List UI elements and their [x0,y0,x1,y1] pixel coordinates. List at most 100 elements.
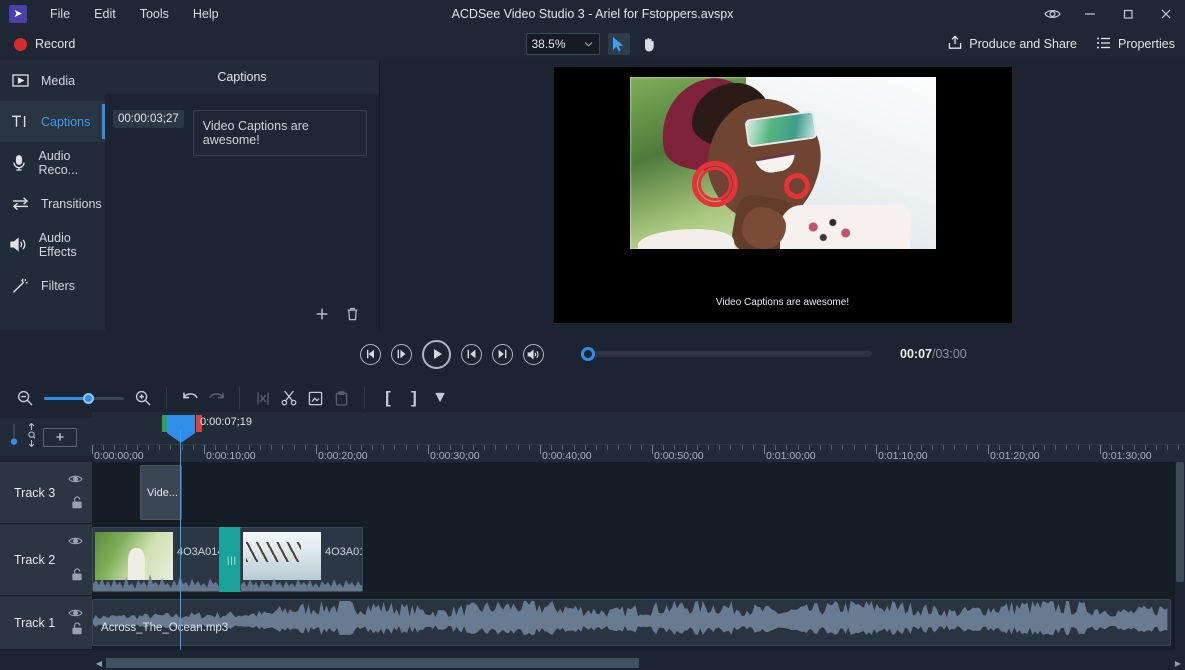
sidebar-item-audio-effects[interactable]: Audio Effects [0,224,105,265]
zoom-level-select[interactable]: 38.5% [525,33,600,55]
play-button[interactable] [422,339,451,369]
marker-button[interactable]: ▼ [427,385,453,411]
track-header-3[interactable]: Track 3 [0,462,92,523]
transitions-icon [9,196,31,211]
add-track-button[interactable]: + [43,427,77,447]
track-header-2[interactable]: Track 2 [0,524,92,595]
horizontal-scrollbar-thumb[interactable] [106,658,639,668]
playhead-handle[interactable] [167,415,195,443]
record-button[interactable]: Record [14,37,75,51]
vertical-scrollbar[interactable] [1175,462,1185,650]
mark-out-button[interactable]: ] [401,385,427,411]
ruler-tick [316,445,317,454]
ruler-tick [1077,445,1079,450]
timeline-ruler-head[interactable]: 0:00:07;19 [92,412,1185,444]
select-tool-button[interactable] [607,33,630,55]
menu-item-edit[interactable]: Edit [83,3,127,25]
zoom-out-icon[interactable] [12,385,38,411]
zoom-level-value: 38.5% [531,37,566,51]
hand-tool-button[interactable] [638,33,660,55]
scrubber-handle[interactable] [581,347,595,361]
unlock-icon[interactable] [71,496,83,514]
sidebar-item-filters[interactable]: Filters [0,265,105,306]
caption-entry-row[interactable]: 00:00:03;27 Video Captions are awesome! [105,94,379,156]
minimize-button[interactable] [1071,0,1109,28]
unlock-icon[interactable] [71,568,83,586]
prev-next-marker-icon[interactable] [25,422,38,452]
produce-and-share-label: Produce and Share [969,37,1078,51]
menu-item-file[interactable]: File [39,3,81,25]
unlock-icon[interactable] [71,622,83,640]
caption-text-field[interactable]: Video Captions are awesome! [192,110,367,156]
next-frame-button[interactable] [391,343,412,365]
vertical-scrollbar-thumb[interactable] [1176,462,1184,582]
redo-icon[interactable] [203,385,229,411]
scissors-icon[interactable] [276,385,302,411]
menu-item-tools[interactable]: Tools [129,3,180,25]
preview-monitor[interactable]: Video Captions are awesome! [553,67,1012,323]
menu-item-help[interactable]: Help [182,3,230,25]
caption-timecode[interactable]: 00:00:03;27 [113,110,184,128]
track-body-1[interactable]: Across_The_Ocean.mp3 [92,596,1185,649]
undo-icon[interactable] [177,385,203,411]
scroll-left-icon[interactable]: ◀ [92,659,106,668]
maximize-button[interactable] [1109,0,1147,28]
eye-icon[interactable] [1033,0,1071,28]
sidebar-item-audio-recording[interactable]: Audio Reco... [0,142,105,183]
skip-to-start-button[interactable] [461,343,482,365]
timeline-ruler[interactable]: 0:00:00;00 0:00:10;00 0:00:20;00 0:00:30;00… [92,444,1185,462]
previous-frame-button[interactable] [360,343,381,365]
sidebar-item-captions[interactable]: Captions [0,101,105,142]
delete-caption-button[interactable] [339,302,365,326]
split-icon[interactable] [250,385,276,411]
ruler-tick [506,445,508,450]
media-icon [9,73,31,88]
preview-caption-overlay: Video Captions are awesome! [715,297,850,308]
properties-button[interactable]: Properties [1087,32,1185,57]
caption-clip[interactable]: Vide... [140,465,182,520]
produce-and-share-button[interactable]: Produce and Share [938,30,1087,58]
eye-icon[interactable] [68,533,83,551]
zoom-in-icon[interactable] [130,385,156,411]
track-header-1[interactable]: Track 1 [0,596,92,649]
track-name: Track 2 [14,552,56,567]
captions-panel-footer [105,298,379,330]
horizontal-scrollbar[interactable]: ◀ ▶ [92,656,1185,670]
volume-button[interactable] [523,343,544,365]
ruler-tick [1156,445,1157,450]
eye-icon[interactable] [68,471,83,489]
sidebar-item-transitions[interactable]: Transitions [0,183,105,224]
playhead-time-label: 0:00:07;19 [200,416,252,428]
mark-in-button[interactable]: [ [375,385,401,411]
ruler-tick [428,445,429,454]
audio-clip[interactable]: Across_The_Ocean.mp3 [92,599,1171,646]
ruler-label: 0:01:10;00 [878,450,928,462]
scrubber-track[interactable] [581,347,872,361]
skip-to-end-button[interactable] [492,343,513,365]
ruler-label: 0:00:40;00 [542,450,592,462]
ruler-tick [1088,445,1090,450]
timeline-zoom-handle[interactable] [83,392,94,404]
ruler-tick [1100,445,1101,454]
ruler-label: 0:00:20;00 [318,450,368,462]
video-clip-2[interactable]: 4O3A016( [240,527,363,592]
track-tools: + [0,418,92,456]
add-caption-button[interactable] [309,302,335,326]
video-clip-1[interactable]: 4O3A014 [92,527,227,592]
close-button[interactable] [1147,0,1185,28]
ruler-tick [495,445,497,450]
paste-icon[interactable] [328,385,354,411]
ruler-tick [517,445,519,450]
eye-icon[interactable] [68,605,83,623]
magic-wand-icon [9,278,31,294]
track-body-2[interactable]: 4O3A014 ||| 4O3A016( [92,524,1185,595]
scroll-right-icon[interactable]: ▶ [1171,659,1185,668]
marker-pin-icon[interactable] [8,423,20,451]
ruler-tick [831,445,833,450]
sidebar-item-media[interactable]: Media [0,60,105,101]
copy-icon[interactable] [302,385,328,411]
ruler-tick [92,445,93,454]
track-body-3[interactable]: Vide... [92,462,1185,523]
horizontal-scrollbar-track[interactable] [106,658,1171,668]
timeline-zoom-slider[interactable] [44,389,124,407]
